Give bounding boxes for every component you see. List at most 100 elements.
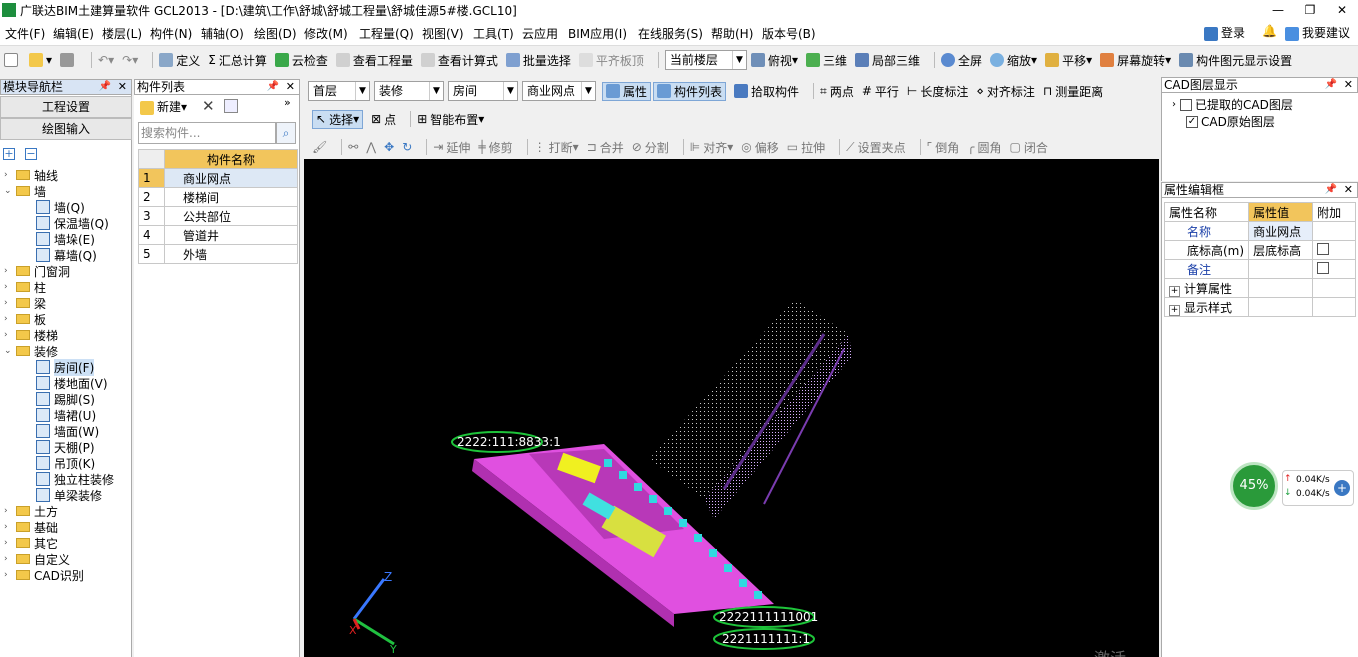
component-name-cell[interactable]: 管道井 [164, 225, 298, 245]
open-file-button[interactable]: ▾ [29, 53, 52, 67]
brush-icon[interactable]: 🖌 [312, 140, 327, 154]
tree-item[interactable]: 踢脚(S) [36, 391, 95, 407]
tree-folder[interactable]: ⌄ 墙 [4, 183, 46, 199]
link-icon[interactable]: ⚯ [348, 140, 358, 154]
sum-button[interactable]: Σ 汇总计算 [208, 52, 267, 69]
break-button[interactable]: ⋮ 打断 ▾ [534, 139, 579, 156]
property-toggle[interactable]: 属性 [602, 81, 652, 101]
menu-bim[interactable]: BIM应用(I) [568, 25, 627, 42]
chamfer-button[interactable]: ⌜ 倒角 [927, 139, 960, 156]
suggest-button[interactable]: 我要建议 [1285, 24, 1350, 41]
property-row[interactable]: + 计算属性 [1163, 278, 1356, 298]
property-row[interactable]: 备注 [1163, 259, 1356, 279]
property-extra[interactable] [1312, 259, 1356, 279]
property-value[interactable]: 层底标高 [1248, 240, 1314, 260]
property-row[interactable]: 底标高(m) 层底标高 [1163, 240, 1356, 260]
pin-icon[interactable]: 📌 [267, 80, 279, 94]
checkbox-checked[interactable]: ✓ [1186, 115, 1198, 128]
bell-icon[interactable]: 🔔 [1262, 24, 1277, 38]
component-name-cell[interactable]: 楼梯间 [164, 187, 298, 207]
move-icon[interactable]: ✥ [384, 140, 394, 154]
menu-edit[interactable]: 编辑(E) [53, 25, 94, 42]
tree-folder[interactable]: › 土方 [4, 503, 58, 519]
close-icon[interactable]: ✕ [118, 80, 127, 94]
pin-icon[interactable]: 📌 [1325, 78, 1337, 92]
checkbox[interactable] [1180, 98, 1192, 111]
measure-distance-button[interactable]: ⊓ 测量距离 [1043, 83, 1103, 100]
search-input[interactable]: 搜索构件... [138, 122, 276, 144]
chevron-right-icon[interactable]: › [4, 554, 14, 564]
chevron-right-icon[interactable]: › [4, 570, 14, 580]
view-quantity-button[interactable]: 查看工程量 [335, 52, 413, 69]
pan-button[interactable]: 平移 ▾ [1045, 52, 1092, 69]
search-icon[interactable]: ⌕ [276, 122, 296, 144]
tree-folder[interactable]: › 轴线 [4, 167, 58, 183]
table-row[interactable]: 3 公共部位 [138, 206, 298, 226]
copy-icon[interactable] [224, 99, 238, 113]
cad-layer-original[interactable]: ✓ CAD原始图层 [1186, 113, 1275, 130]
save-button[interactable] [60, 53, 77, 67]
tree-folder[interactable]: › 自定义 [4, 551, 70, 567]
tree-folder[interactable]: › 门窗洞 [4, 263, 70, 279]
stretch-button[interactable]: ▭ 拉伸 [787, 139, 825, 156]
cad-layer-extracted[interactable]: › 已提取的CAD图层 [1172, 96, 1293, 113]
tree-item[interactable]: 楼地面(V) [36, 375, 108, 391]
table-row[interactable]: 5 外墙 [138, 244, 298, 264]
component-list-toggle[interactable]: 构件列表 [653, 81, 727, 101]
menu-cloud[interactable]: 云应用 [522, 25, 558, 42]
local-3d-button[interactable]: 局部三维 [854, 52, 920, 69]
tree-folder[interactable]: › CAD识别 [4, 567, 84, 583]
rotate-button[interactable]: 屏幕旋转 ▾ [1100, 52, 1171, 69]
tree-folder[interactable]: › 基础 [4, 519, 58, 535]
property-value[interactable] [1248, 259, 1314, 279]
cloud-check-button[interactable]: 云检查 [274, 52, 328, 69]
login-button[interactable]: 登录 [1204, 24, 1245, 41]
flush-slab-button[interactable]: 平齐板顶 [578, 52, 644, 69]
fillet-button[interactable]: ╭ 圆角 [967, 139, 1001, 156]
tree-item[interactable]: 独立柱装修 [36, 471, 114, 487]
menu-component[interactable]: 构件(N) [150, 25, 192, 42]
property-value[interactable] [1248, 297, 1314, 317]
property-extra[interactable] [1312, 240, 1356, 260]
type-select[interactable]: 房间 ▼ [448, 81, 518, 101]
pick-component-button[interactable]: 拾取构件 [734, 83, 799, 100]
table-row[interactable]: 2 楼梯间 [138, 187, 298, 207]
tree-folder[interactable]: › 楼梯 [4, 327, 58, 343]
menu-view[interactable]: 视图(V) [422, 25, 464, 42]
current-floor-select[interactable]: 当前楼层 ▼ [664, 50, 747, 70]
collapse-all-icon[interactable]: − [25, 146, 37, 160]
expand-all-icon[interactable]: + [3, 146, 15, 160]
more-icon[interactable]: » [284, 96, 291, 109]
drawing-input-button[interactable]: 绘图输入 [0, 118, 132, 140]
component-name-cell[interactable]: 外墙 [164, 244, 298, 264]
tree-folder[interactable]: › 柱 [4, 279, 46, 295]
menu-draw[interactable]: 绘图(D) [254, 25, 297, 42]
menu-modify[interactable]: 修改(M) [304, 25, 348, 42]
menu-help[interactable]: 帮助(H) [711, 25, 753, 42]
align-button[interactable]: ⊫ 对齐 ▾ [690, 139, 734, 156]
tree-item[interactable]: 天棚(P) [36, 439, 95, 455]
chevron-right-icon[interactable]: › [4, 522, 14, 532]
tree-item[interactable]: 单梁装修 [36, 487, 102, 503]
define-button[interactable]: 定义 [159, 52, 200, 69]
tree-item[interactable]: 吊顶(K) [36, 455, 95, 471]
pin-icon[interactable]: 📌 [1325, 183, 1337, 197]
tree-folder[interactable]: › 其它 [4, 535, 58, 551]
chevron-right-icon[interactable]: › [4, 506, 14, 516]
offset-button[interactable]: ◎ 偏移 [741, 139, 779, 156]
category-select[interactable]: 装修 ▼ [374, 81, 444, 101]
undo-button[interactable]: ↶ ▾ [98, 53, 114, 67]
batch-select-button[interactable]: 批量选择 [505, 52, 571, 69]
trim-button[interactable]: ╪ 修剪 [478, 139, 512, 156]
menu-tools[interactable]: 工具(T) [473, 25, 514, 42]
parallel-button[interactable]: # 平行 [862, 83, 899, 100]
split-button[interactable]: ⊘ 分割 [632, 139, 669, 156]
checkbox[interactable] [1317, 242, 1330, 255]
chevron-right-icon[interactable]: › [4, 538, 14, 548]
chevron-down-icon[interactable]: ⌄ [4, 186, 14, 196]
expand-icon[interactable]: + [1169, 285, 1180, 297]
menu-axis[interactable]: 辅轴(O) [201, 25, 244, 42]
chevron-right-icon[interactable]: › [4, 314, 14, 324]
table-row[interactable]: 1 商业网点 [138, 168, 298, 188]
menu-quantity[interactable]: 工程量(Q) [359, 25, 414, 42]
